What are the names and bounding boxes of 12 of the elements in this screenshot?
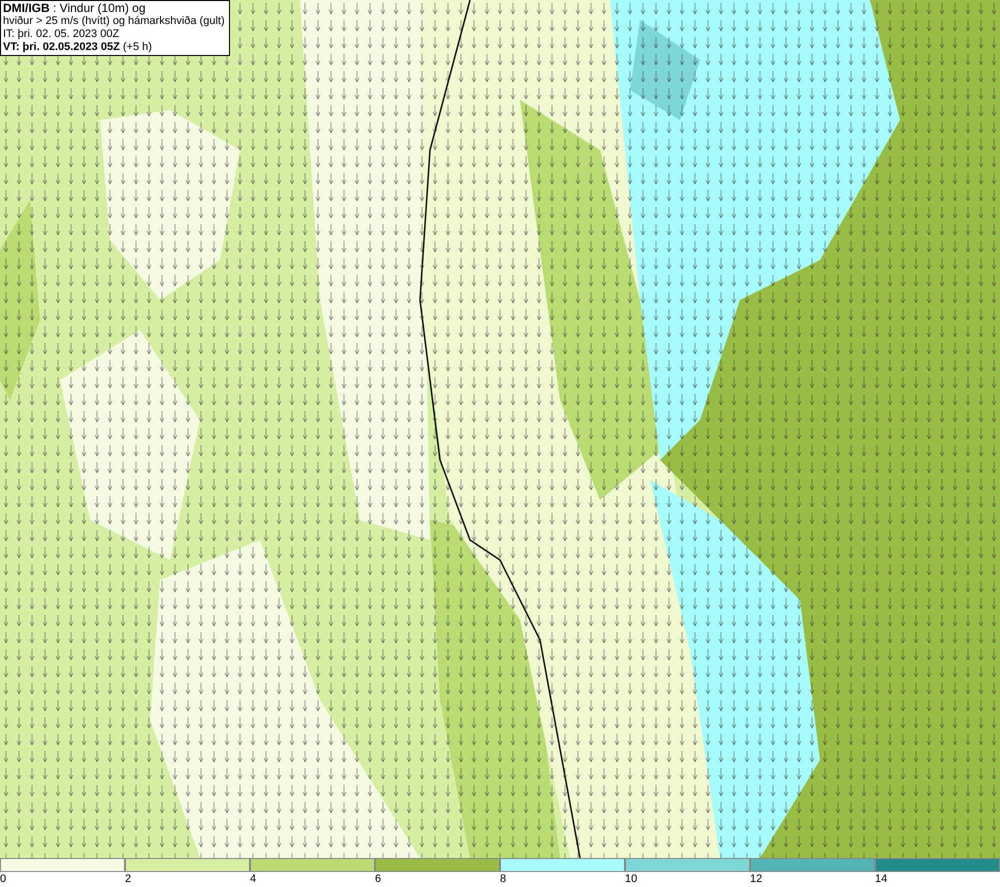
- legend-tick-label: 2: [125, 872, 132, 886]
- legend-tick-label: 8: [500, 872, 506, 886]
- legend-tick-label: 0: [0, 872, 6, 886]
- legend-tick-label: 4: [250, 872, 256, 886]
- map-subtitle: hviður > 25 m/s (hvítt) og hámarkshviða (gult): [3, 15, 226, 28]
- legend-tick-label: 6: [375, 872, 382, 886]
- map-title: DMI/IGB : Vindur (10m) og: [3, 2, 146, 15]
- map-subtitle: VT: þri. 02.05.2023 05Z (+5 h): [3, 41, 153, 54]
- legend-tick-label: 14: [875, 872, 888, 886]
- map-subtitle: IT: þri. 02. 05. 2023 00Z: [3, 28, 120, 41]
- legend-tick-label: 12: [750, 872, 762, 886]
- legend-tick-label: 10: [625, 872, 638, 886]
